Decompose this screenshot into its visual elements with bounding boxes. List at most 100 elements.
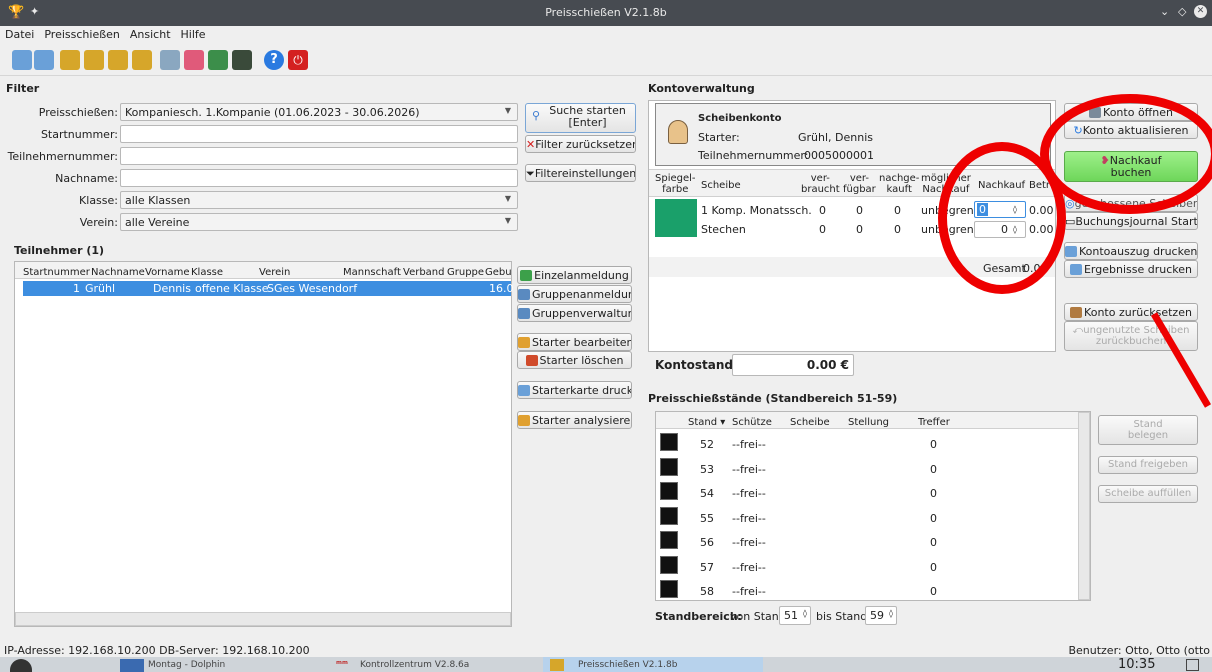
close-icon[interactable]: ✕ bbox=[1194, 5, 1207, 18]
ergebnisse-drucken-button[interactable]: Ergebnisse drucken bbox=[1064, 260, 1198, 278]
table-row[interactable]: 1 Grühl Dennis offene Klasse SGes Wesend… bbox=[23, 281, 514, 296]
suche-starten-button[interactable]: ⚲ Suche starten [Enter] bbox=[525, 103, 636, 133]
col-stellung[interactable]: Stellung bbox=[848, 417, 889, 428]
col-nachgekauft[interactable]: nachge-kauft bbox=[879, 173, 919, 195]
table-row[interactable]: 56 --frei-- 0 bbox=[656, 530, 1076, 554]
col-verband[interactable]: Verband bbox=[403, 267, 445, 278]
col-vorname[interactable]: Vorname bbox=[145, 267, 189, 278]
group-add-icon bbox=[518, 289, 530, 300]
teilnehmernummer-label: Teilnehmernummer: bbox=[698, 149, 809, 162]
teilnehmernummer-input[interactable] bbox=[120, 147, 518, 165]
board-icon[interactable] bbox=[208, 50, 228, 70]
col-spiegelfarbe[interactable]: Spiegel-farbe bbox=[655, 173, 696, 195]
taskbar-kontrollzentrum[interactable]: Kontrollzentrum V2.8.6a bbox=[360, 660, 469, 670]
filter-header: Filter bbox=[6, 82, 40, 95]
einzelanmeldung-button[interactable]: Einzelanmeldung bbox=[517, 266, 632, 284]
menu-datei[interactable]: Datei bbox=[0, 26, 39, 41]
klasse-select[interactable]: alle Klassen ▼ bbox=[120, 191, 518, 209]
scheibe-auffuellen-button[interactable]: Scheibe auffüllen bbox=[1098, 485, 1198, 503]
starterkarte-drucken-button[interactable]: Starterkarte drucken bbox=[517, 381, 632, 399]
col-scheibe[interactable]: Scheibe bbox=[701, 180, 741, 191]
horizontal-scrollbar[interactable] bbox=[15, 612, 511, 626]
chevron-down-icon: ▼ bbox=[504, 106, 511, 115]
trophy-edit-icon[interactable] bbox=[108, 50, 128, 70]
user-add-icon bbox=[520, 270, 533, 281]
col-geburtsdatum[interactable]: Gebu bbox=[485, 267, 512, 278]
shooting-stand-icon bbox=[660, 433, 678, 451]
bis-stand-spinbox[interactable]: 59 ◊ bbox=[865, 606, 897, 625]
von-stand-spinbox[interactable]: 51 ◊ bbox=[779, 606, 811, 625]
power-icon[interactable]: ⏻ bbox=[288, 50, 308, 70]
table-row[interactable]: 57 --frei-- 0 bbox=[656, 555, 1076, 579]
col-gruppe[interactable]: Gruppe bbox=[447, 267, 484, 278]
trophy-delete-icon[interactable] bbox=[132, 50, 152, 70]
print-icon[interactable] bbox=[12, 50, 32, 70]
annotation-circle bbox=[1040, 94, 1212, 214]
col-verbraucht[interactable]: ver-braucht bbox=[801, 173, 840, 195]
menu-preisschiessen[interactable]: Preisschießen bbox=[39, 26, 125, 41]
col-verein[interactable]: Verein bbox=[259, 267, 290, 278]
diamond-icon[interactable]: ◇ bbox=[1178, 5, 1186, 18]
stand-belegen-button[interactable]: Stand belegen bbox=[1098, 415, 1198, 445]
show-desktop-icon[interactable] bbox=[1186, 659, 1199, 671]
filtereinstellungen-button[interactable]: ⏷Filtereinstellungen bbox=[525, 164, 636, 182]
table-row[interactable]: 58 --frei-- 0 bbox=[656, 579, 1076, 600]
trophy-gold-icon[interactable] bbox=[60, 50, 80, 70]
taskbar: Montag - Dolphin ᵐᵐ Kontrollzentrum V2.8… bbox=[0, 657, 1212, 672]
col-mannschaft[interactable]: Mannschaft bbox=[343, 267, 401, 278]
table-row[interactable]: 55 --frei-- 0 bbox=[656, 506, 1076, 530]
teilnehmernummer-label: Teilnehmernummer: bbox=[7, 150, 118, 163]
staende-table: Stand ▾ Schütze Scheibe Stellung Treffer… bbox=[655, 411, 1091, 601]
col-klasse[interactable]: Klasse bbox=[191, 267, 223, 278]
kontoverwaltung-header: Kontoverwaltung bbox=[648, 82, 755, 95]
chevron-down-icon[interactable]: ⌄ bbox=[1160, 5, 1169, 18]
staende-header: Preisschießstände (Standbereich 51-59) bbox=[648, 392, 898, 405]
preisschiessen-select[interactable]: Kompaniesch. 1.Kompanie (01.06.2023 - 30… bbox=[120, 103, 518, 121]
col-nachname[interactable]: Nachname bbox=[91, 267, 145, 278]
taskbar-dolphin[interactable]: Montag - Dolphin bbox=[148, 660, 225, 670]
col-schuetze[interactable]: Schütze bbox=[732, 417, 772, 428]
kontoauszug-drucken-button[interactable]: Kontoauszug drucken bbox=[1064, 242, 1198, 260]
print-list-icon[interactable] bbox=[34, 50, 54, 70]
gruppenanmeldung-button[interactable]: Gruppenanmeldung bbox=[517, 285, 632, 303]
buchungsjournal-button[interactable]: ▭Buchungsjournal Starter bbox=[1064, 212, 1198, 230]
preisschiessen-label: Preisschießen: bbox=[38, 106, 118, 119]
calculator-icon[interactable] bbox=[232, 50, 252, 70]
table-row[interactable]: 52 --frei-- 0 bbox=[656, 432, 1076, 456]
start-menu-icon[interactable] bbox=[10, 659, 32, 672]
status-left: IP-Adresse: 192.168.10.200 DB-Server: 19… bbox=[4, 644, 310, 657]
col-treffer[interactable]: Treffer bbox=[918, 417, 950, 428]
trophy-icon bbox=[550, 659, 564, 671]
starter-loeschen-button[interactable]: Starter löschen bbox=[517, 351, 632, 369]
col-scheibe[interactable]: Scheibe bbox=[790, 417, 830, 428]
shooting-stand-icon bbox=[660, 506, 678, 525]
table-row[interactable]: 53 --frei-- 0 bbox=[656, 457, 1076, 481]
gruppenverwaltung-button[interactable]: Gruppenverwaltung bbox=[517, 304, 632, 322]
taskbar-preisschiessen[interactable]: Preisschießen V2.1.8b bbox=[578, 660, 677, 670]
group-icon[interactable] bbox=[160, 50, 180, 70]
verein-select[interactable]: alle Vereine ▼ bbox=[120, 213, 518, 231]
scheibenkonto-title: Scheibenkonto bbox=[698, 113, 782, 124]
kontostand-value: 0.00 € bbox=[732, 354, 854, 376]
vertical-scrollbar[interactable] bbox=[1078, 412, 1090, 600]
reset-icon bbox=[1070, 307, 1083, 318]
menu-hilfe[interactable]: Hilfe bbox=[176, 26, 211, 41]
col-stand[interactable]: Stand ▾ bbox=[688, 417, 725, 428]
startnummer-input[interactable] bbox=[120, 125, 518, 143]
starter-bearbeiten-button[interactable]: Starter bearbeiten bbox=[517, 333, 632, 351]
nachname-input[interactable] bbox=[120, 169, 518, 187]
von-stand-label: von Stand bbox=[730, 610, 786, 623]
trophy-add-icon[interactable] bbox=[84, 50, 104, 70]
table-row[interactable]: 54 --frei-- 0 bbox=[656, 481, 1076, 505]
col-startnummer[interactable]: Startnummer bbox=[23, 267, 90, 278]
stand-freigeben-button[interactable]: Stand freigeben bbox=[1098, 456, 1198, 474]
shooting-stand-icon bbox=[660, 555, 678, 574]
help-icon[interactable]: ? bbox=[264, 50, 284, 70]
filter-zuruecksetzen-button[interactable]: ✕Filter zurücksetzen bbox=[525, 135, 636, 153]
col-verfuegbar[interactable]: ver-fügbar bbox=[843, 173, 876, 195]
starter-analysieren-button[interactable]: Starter analysieren bbox=[517, 411, 632, 429]
funnel-icon: ⏷ bbox=[526, 167, 535, 180]
starter-value: Grühl, Dennis bbox=[798, 131, 874, 144]
menu-ansicht[interactable]: Ansicht bbox=[125, 26, 176, 41]
heart-icon[interactable] bbox=[184, 50, 204, 70]
